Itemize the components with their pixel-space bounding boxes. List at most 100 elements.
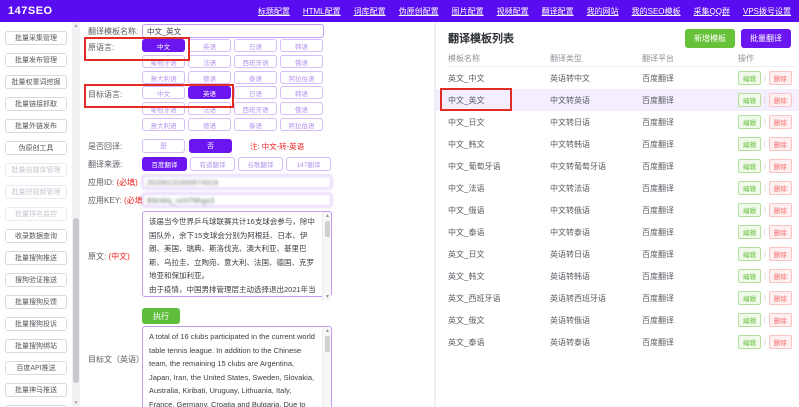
scroll-down-icon[interactable]: ▼: [72, 399, 80, 407]
lang-option[interactable]: 法语: [188, 102, 231, 115]
delete-button[interactable]: 删除: [769, 203, 792, 217]
edit-button[interactable]: 编辑: [738, 269, 761, 283]
textarea-scrollbar[interactable]: ▲ ▼: [322, 212, 331, 301]
nav-item[interactable]: 标题配置: [258, 6, 290, 17]
lang-option[interactable]: 德语: [188, 118, 231, 131]
nav-item[interactable]: 采集QQ群: [694, 6, 730, 17]
sidebar-item[interactable]: 批量外链发布: [5, 119, 67, 133]
table-row[interactable]: 中文_葡萄牙语中文转葡萄牙语百度翻译编辑|删除: [448, 155, 795, 177]
lang-option[interactable]: 西班牙语: [234, 102, 277, 115]
scrollbar-thumb[interactable]: [325, 221, 330, 237]
table-row[interactable]: 中文_法语中文转法语百度翻译编辑|删除: [448, 177, 795, 199]
table-row[interactable]: 英文_韩文英语转韩语百度翻译编辑|删除: [448, 265, 795, 287]
batch-translate-button[interactable]: 批量翻译: [741, 29, 791, 48]
back-translate-option[interactable]: 是: [142, 139, 185, 153]
table-row[interactable]: 英文_中文英语转中文百度翻译编辑|删除: [448, 67, 795, 89]
edit-button[interactable]: 编辑: [738, 335, 761, 349]
scrollbar-thumb[interactable]: [73, 218, 79, 383]
translate-source-option[interactable]: 147翻译: [286, 157, 331, 171]
edit-button[interactable]: 编辑: [738, 93, 761, 107]
nav-item[interactable]: 伪原创配置: [399, 6, 439, 17]
table-row[interactable]: 中文_韩文中文转韩语百度翻译编辑|删除: [448, 133, 795, 155]
scroll-up-icon[interactable]: ▲: [323, 327, 332, 335]
lang-option[interactable]: 俄语: [280, 55, 323, 68]
scrollbar-thumb[interactable]: [325, 336, 330, 352]
edit-button[interactable]: 编辑: [738, 181, 761, 195]
lang-option[interactable]: 意大利语: [142, 118, 185, 131]
nav-item[interactable]: 词库配置: [354, 6, 386, 17]
delete-button[interactable]: 删除: [769, 115, 792, 129]
delete-button[interactable]: 删除: [769, 335, 792, 349]
lang-option[interactable]: 西班牙语: [234, 55, 277, 68]
sidebar-item[interactable]: 批量搜狗投诉: [5, 317, 67, 331]
lang-option[interactable]: 日语: [234, 86, 277, 99]
sidebar-item[interactable]: 批量采集管理: [5, 31, 67, 45]
table-row[interactable]: 中文_英文中文转英语百度翻译编辑|删除: [436, 89, 799, 111]
lang-option[interactable]: 葡萄牙语: [142, 55, 185, 68]
edit-button[interactable]: 编辑: [738, 159, 761, 173]
sidebar-item[interactable]: 批量搜狗反馈: [5, 295, 67, 309]
nav-item[interactable]: 我的网站: [587, 6, 619, 17]
scroll-down-icon[interactable]: ▼: [323, 293, 332, 301]
nav-item[interactable]: 翻译配置: [542, 6, 574, 17]
lang-option[interactable]: 中文: [142, 39, 185, 52]
translate-source-option[interactable]: 有道翻译: [190, 157, 235, 171]
translate-source-option[interactable]: 百度翻译: [142, 157, 187, 171]
nav-item[interactable]: 我的SEO模板: [632, 6, 681, 17]
app-key-input[interactable]: [142, 193, 332, 207]
edit-button[interactable]: 编辑: [738, 247, 761, 261]
delete-button[interactable]: 删除: [769, 159, 792, 173]
table-row[interactable]: 中文_俄语中文转俄语百度翻译编辑|删除: [448, 199, 795, 221]
edit-button[interactable]: 编辑: [738, 115, 761, 129]
delete-button[interactable]: 删除: [769, 291, 792, 305]
edit-button[interactable]: 编辑: [738, 291, 761, 305]
lang-option[interactable]: 泰语: [234, 118, 277, 131]
original-textarea[interactable]: 该届当今世界乒乓球联赛共计16支球会参与，除中国队外，余下15支球会分别为阿根廷…: [142, 211, 332, 297]
sidebar-item[interactable]: 批量神马推送: [5, 383, 67, 397]
template-name-input[interactable]: [142, 24, 324, 38]
nav-item[interactable]: 视频配置: [497, 6, 529, 17]
app-id-input[interactable]: [142, 175, 332, 189]
table-row[interactable]: 中文_日文中文转日语百度翻译编辑|删除: [448, 111, 795, 133]
edit-button[interactable]: 编辑: [738, 71, 761, 85]
table-row[interactable]: 英文_日文英语转日语百度翻译编辑|删除: [448, 243, 795, 265]
sidebar-item[interactable]: 批量搜狗绑站: [5, 339, 67, 353]
translate-source-option[interactable]: 谷歌翻译: [238, 157, 283, 171]
nav-item[interactable]: 图片配置: [452, 6, 484, 17]
lang-option[interactable]: 葡萄牙语: [142, 102, 185, 115]
edit-button[interactable]: 编辑: [738, 225, 761, 239]
sidebar-item[interactable]: 百度API推送: [5, 361, 67, 375]
table-row[interactable]: 中文_泰语中文转泰语百度翻译编辑|删除: [448, 221, 795, 243]
edit-button[interactable]: 编辑: [738, 137, 761, 151]
delete-button[interactable]: 删除: [769, 313, 792, 327]
scroll-up-icon[interactable]: ▲: [72, 22, 80, 30]
lang-option[interactable]: 俄语: [280, 102, 323, 115]
delete-button[interactable]: 删除: [769, 269, 792, 283]
lang-option[interactable]: 阿拉伯语: [280, 71, 323, 84]
sidebar-item[interactable]: 批量链接抓取: [5, 97, 67, 111]
lang-option[interactable]: 日语: [234, 39, 277, 52]
target-textarea[interactable]: A total of 16 clubs participated in the …: [142, 326, 332, 407]
add-template-button[interactable]: 新增模板: [685, 29, 735, 48]
lang-option[interactable]: 泰语: [234, 71, 277, 84]
sidebar-item[interactable]: 批量发布管理: [5, 53, 67, 67]
back-translate-option[interactable]: 否: [189, 139, 232, 153]
edit-button[interactable]: 编辑: [738, 203, 761, 217]
lang-option[interactable]: 英语: [188, 39, 231, 52]
lang-option[interactable]: 中文: [142, 86, 185, 99]
nav-item[interactable]: HTML配置: [303, 6, 341, 17]
lang-option[interactable]: 意大利语: [142, 71, 185, 84]
lang-option[interactable]: 英语: [188, 86, 231, 99]
delete-button[interactable]: 删除: [769, 137, 792, 151]
table-row[interactable]: 英文_泰语英语转泰语百度翻译编辑|删除: [448, 331, 795, 353]
table-row[interactable]: 英文_西班牙语英语转西班牙语百度翻译编辑|删除: [448, 287, 795, 309]
delete-button[interactable]: 删除: [769, 181, 792, 195]
lang-option[interactable]: 阿拉伯语: [280, 118, 323, 131]
sidebar-item[interactable]: 伪原创工具: [5, 141, 67, 155]
lang-option[interactable]: 德语: [188, 71, 231, 84]
scroll-up-icon[interactable]: ▲: [323, 212, 332, 220]
table-row[interactable]: 英文_俄文英语转俄语百度翻译编辑|删除: [448, 309, 795, 331]
sidebar-item[interactable]: 搜狗验证推送: [5, 273, 67, 287]
delete-button[interactable]: 删除: [769, 71, 792, 85]
sidebar-item[interactable]: 批量搜狗推送: [5, 251, 67, 265]
